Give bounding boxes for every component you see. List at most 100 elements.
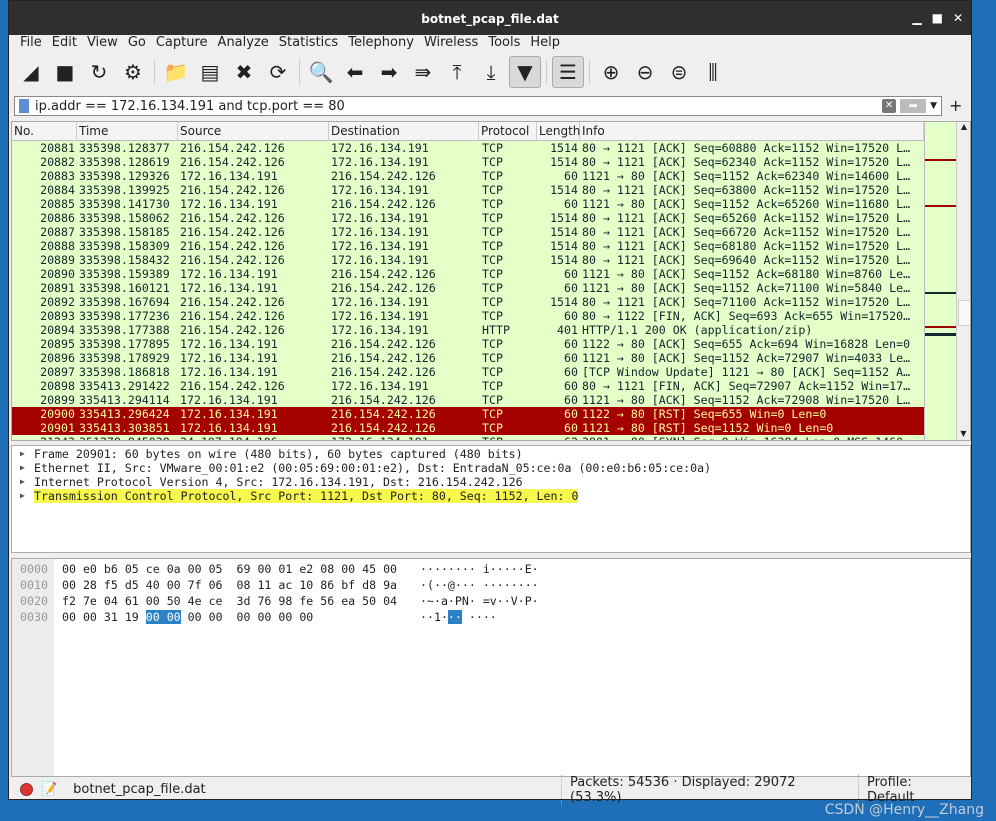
- menu-analyze[interactable]: Analyze: [213, 33, 274, 53]
- packet-row[interactable]: 20894 335398.177388 216.154.242.126 172.16.…: [12, 323, 924, 337]
- hex-bytes[interactable]: f2 7e 04 61 00 50 4e ce 3d 76 98 fe 56 e…: [62, 594, 397, 608]
- menu-go[interactable]: Go: [123, 33, 151, 53]
- detail-tree-item[interactable]: ▶ Frame 20901: 60 bytes on wire (480 bits…: [12, 447, 970, 461]
- detail-tree-item[interactable]: ▶ Ethernet II, Src: VMware_00:01:e2 (00:0…: [12, 461, 970, 475]
- menu-tools[interactable]: Tools: [483, 33, 525, 53]
- last-packet-button[interactable]: ⤓: [475, 56, 507, 88]
- column-header-destination[interactable]: Destination: [329, 122, 479, 141]
- packet-row[interactable]: 20886 335398.158062 216.154.242.126 172.16.…: [12, 211, 924, 225]
- packet-row[interactable]: 20897 335398.186818 172.16.134.191 216.154.…: [12, 365, 924, 379]
- shark-fin-start-button[interactable]: ◢: [15, 56, 47, 88]
- clear-filter-icon[interactable]: ✕: [882, 99, 897, 113]
- first-packet-button[interactable]: ⤒: [441, 56, 473, 88]
- cell-destination: 172.16.134.191: [331, 253, 429, 267]
- packet-row[interactable]: 20899 335413.294114 172.16.134.191 216.154.…: [12, 393, 924, 407]
- menu-capture[interactable]: Capture: [151, 33, 213, 53]
- autoscroll-button[interactable]: ▼: [509, 56, 541, 88]
- hex-ascii[interactable]: ··1··· ····: [420, 610, 497, 624]
- resize-columns-button[interactable]: ⫼: [697, 56, 729, 88]
- menu-file[interactable]: File: [15, 33, 47, 53]
- packet-row[interactable]: 20896 335398.178929 172.16.134.191 216.154.…: [12, 351, 924, 365]
- cell-no: 20881: [40, 141, 75, 155]
- menu-wireless[interactable]: Wireless: [419, 33, 483, 53]
- packet-row[interactable]: 20901 335413.303851 172.16.134.191 216.154.…: [12, 421, 924, 435]
- bookmark-icon[interactable]: [19, 99, 29, 113]
- close-icon[interactable]: ✕: [953, 11, 963, 25]
- go-back-button[interactable]: ⬅: [339, 56, 371, 88]
- packet-row[interactable]: 20892 335398.167694 216.154.242.126 172.16.…: [12, 295, 924, 309]
- zoom-out-icon: ⊖: [636, 60, 654, 84]
- reload-button[interactable]: ⟳: [262, 56, 294, 88]
- expand-arrow-icon[interactable]: ▶: [20, 461, 25, 475]
- hex-bytes[interactable]: 00 28 f5 d5 40 00 7f 06 08 11 ac 10 86 b…: [62, 578, 397, 592]
- open-folder-button[interactable]: 📁: [160, 56, 192, 88]
- hex-ascii[interactable]: ·(··@··· ········: [420, 578, 539, 592]
- packet-row[interactable]: 20882 335398.128619 216.154.242.126 172.16.…: [12, 155, 924, 169]
- gear-options-button[interactable]: ⚙: [117, 56, 149, 88]
- detail-tree-item[interactable]: ▶ Transmission Control Protocol, Src Port…: [12, 489, 970, 503]
- file-button[interactable]: ▤: [194, 56, 226, 88]
- search-button[interactable]: 🔍: [305, 56, 337, 88]
- packet-row[interactable]: 20889 335398.158432 216.154.242.126 172.16.…: [12, 253, 924, 267]
- hex-ascii[interactable]: ·~·a·PN· =v··V·P·: [420, 594, 539, 608]
- column-header-no[interactable]: No.: [12, 122, 77, 141]
- hex-bytes[interactable]: 00 e0 b6 05 ce 0a 00 05 69 00 01 e2 08 0…: [62, 562, 397, 576]
- packet-row[interactable]: 20898 335413.291422 216.154.242.126 172.16.…: [12, 379, 924, 393]
- packet-row[interactable]: 20891 335398.160121 172.16.134.191 216.154.…: [12, 281, 924, 295]
- maximize-icon[interactable]: ■: [932, 11, 943, 25]
- packet-row[interactable]: 20888 335398.158309 216.154.242.126 172.16.…: [12, 239, 924, 253]
- restart-button[interactable]: ↻: [83, 56, 115, 88]
- cell-source: 172.16.134.191: [180, 169, 278, 183]
- expand-arrow-icon[interactable]: ▶: [20, 447, 25, 461]
- packet-row[interactable]: 20883 335398.129326 172.16.134.191 216.154.…: [12, 169, 924, 183]
- scroll-down-icon[interactable]: ▼: [957, 429, 970, 438]
- packet-row[interactable]: 21243 351278.845038 24.197.194.106 172.16.1…: [12, 435, 924, 440]
- zoom-out-button[interactable]: ⊖: [629, 56, 661, 88]
- menu-telephony[interactable]: Telephony: [343, 33, 419, 53]
- display-filter-input[interactable]: ip.addr == 172.16.134.191 and tcp.port =…: [14, 96, 942, 116]
- detail-tree-item[interactable]: ▶ Internet Protocol Version 4, Src: 172.1…: [12, 475, 970, 489]
- minimize-icon[interactable]: ▁: [912, 11, 921, 25]
- expand-arrow-icon[interactable]: ▶: [20, 475, 25, 489]
- packet-row[interactable]: 20881 335398.128377 216.154.242.126 172.16.…: [12, 141, 924, 155]
- hex-bytes[interactable]: 00 00 31 19 00 00 00 00 00 00 00 00: [62, 610, 313, 624]
- gear-options-icon: ⚙: [124, 60, 142, 84]
- stop-button[interactable]: ■: [49, 56, 81, 88]
- menu-edit[interactable]: Edit: [47, 33, 82, 53]
- cell-time: 335413.303851: [79, 421, 170, 435]
- packet-row[interactable]: 20895 335398.177895 172.16.134.191 216.154.…: [12, 337, 924, 351]
- filter-dropdown-icon[interactable]: ▼: [930, 101, 937, 111]
- filter-text[interactable]: ip.addr == 172.16.134.191 and tcp.port =…: [35, 99, 345, 114]
- zoom-in-button[interactable]: ⊕: [595, 56, 627, 88]
- packet-row[interactable]: 20885 335398.141730 172.16.134.191 216.154.…: [12, 197, 924, 211]
- packet-row[interactable]: 20900 335413.296424 172.16.134.191 216.154.…: [12, 407, 924, 421]
- column-header-time[interactable]: Time: [77, 122, 178, 141]
- packet-list-scrollbar[interactable]: ▲ ▼: [956, 122, 970, 440]
- go-to-packet-button[interactable]: ⇛: [407, 56, 439, 88]
- expand-arrow-icon[interactable]: ▶: [20, 489, 25, 503]
- apply-filter-icon[interactable]: ➡: [900, 99, 927, 113]
- edit-comment-icon[interactable]: 📝: [41, 782, 57, 797]
- packet-row[interactable]: 20887 335398.158185 216.154.242.126 172.16.…: [12, 225, 924, 239]
- menu-view[interactable]: View: [82, 33, 123, 53]
- close-file-button[interactable]: ✖: [228, 56, 260, 88]
- add-filter-button-icon[interactable]: +: [949, 96, 962, 115]
- capture-status-icon[interactable]: [20, 783, 33, 796]
- column-header-protocol[interactable]: Protocol: [479, 122, 537, 141]
- hex-ascii[interactable]: ········ i·····E·: [420, 562, 539, 576]
- packet-row[interactable]: 20893 335398.177236 216.154.242.126 172.16.…: [12, 309, 924, 323]
- scroll-up-icon[interactable]: ▲: [957, 122, 970, 131]
- column-header-info[interactable]: Info: [580, 122, 924, 141]
- zoom-reset-button[interactable]: ⊜: [663, 56, 695, 88]
- column-header-length[interactable]: Length: [537, 122, 580, 141]
- packet-row[interactable]: 20884 335398.139925 216.154.242.126 172.16.…: [12, 183, 924, 197]
- status-profile[interactable]: Profile: Default: [857, 774, 971, 805]
- menu-statistics[interactable]: Statistics: [274, 33, 343, 53]
- column-header-source[interactable]: Source: [178, 122, 329, 141]
- menu-help[interactable]: Help: [525, 33, 565, 53]
- packet-row[interactable]: 20890 335398.159389 172.16.134.191 216.154.…: [12, 267, 924, 281]
- go-forward-button[interactable]: ➡: [373, 56, 405, 88]
- packet-minimap[interactable]: [924, 122, 957, 440]
- scrollbar-thumb[interactable]: [958, 300, 970, 326]
- colorize-button[interactable]: ☰: [552, 56, 584, 88]
